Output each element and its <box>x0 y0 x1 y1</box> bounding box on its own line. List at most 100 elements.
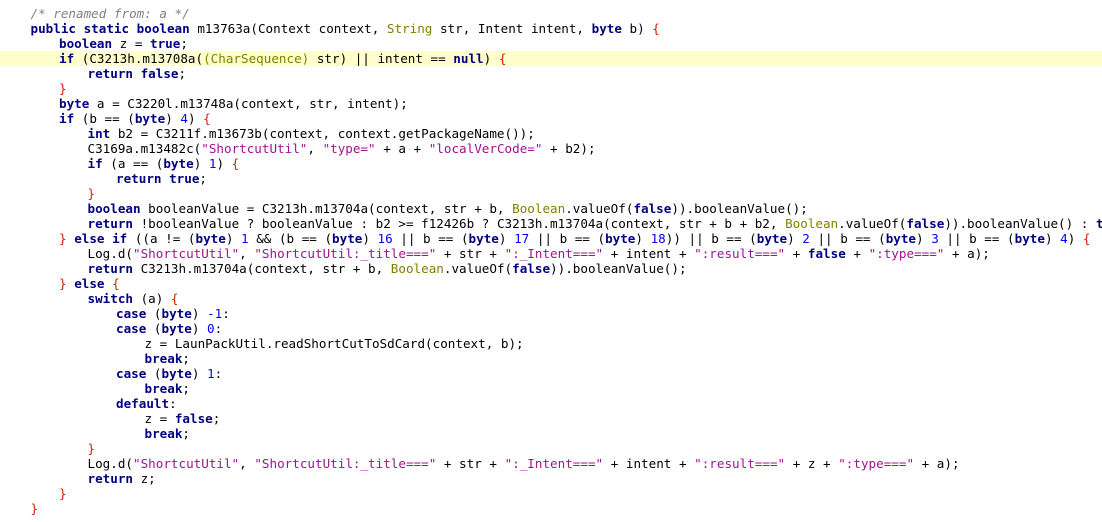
code-token: )).booleanValue(); <box>550 261 687 276</box>
code-line[interactable]: if (C3213h.m13708a((CharSequence) str) |… <box>0 51 1102 66</box>
code-token: ":type===" <box>868 246 945 261</box>
code-line[interactable]: Log.d("ShortcutUtil", "ShortcutUtil:_tit… <box>0 456 1102 471</box>
code-editor[interactable]: /* renamed from: a */public static boole… <box>0 0 1102 522</box>
code-line[interactable]: public static boolean m13763a(Context co… <box>0 21 1102 36</box>
code-line[interactable]: } else { <box>0 276 1102 291</box>
code-line-text: return false; <box>88 66 187 81</box>
code-lines: /* renamed from: a */public static boole… <box>0 6 1102 516</box>
code-line[interactable]: if (b == (byte) 4) { <box>0 111 1102 126</box>
code-token: + z + <box>785 456 839 471</box>
code-line[interactable]: case (byte) 0: <box>0 321 1102 336</box>
code-line[interactable]: break; <box>0 426 1102 441</box>
code-line[interactable]: return true; <box>0 171 1102 186</box>
code-token: ; <box>178 66 187 81</box>
code-token: ) <box>498 231 515 246</box>
code-line-text: } <box>59 81 67 96</box>
code-token: ( <box>146 321 162 336</box>
code-token: Boolean <box>785 216 839 231</box>
code-token: "ShortcutUtil:_title===" <box>254 456 437 471</box>
code-line[interactable]: case (byte) 1: <box>0 366 1102 381</box>
code-token: || b == ( <box>938 231 1015 246</box>
code-token: byte <box>161 321 192 336</box>
code-token: false <box>633 201 672 216</box>
code-token: || b == ( <box>809 231 886 246</box>
code-line[interactable]: /* renamed from: a */ <box>0 6 1102 21</box>
code-token: ) <box>362 231 378 246</box>
code-line-text: /* renamed from: a */ <box>31 6 190 21</box>
code-token: )).booleanValue() : <box>944 216 1096 231</box>
code-token: false <box>906 216 945 231</box>
code-line-text: Log.d("ShortcutUtil", "ShortcutUtil:_tit… <box>88 246 990 261</box>
code-line-text: int b2 = C3211f.m13673b(context, context… <box>88 126 535 141</box>
code-token: + a); <box>944 246 990 261</box>
code-token: 18 <box>650 231 666 246</box>
code-token: str) || intent == <box>309 51 454 66</box>
code-line[interactable]: return !booleanValue ? booleanValue : b2… <box>0 216 1102 231</box>
code-line-text: z = false; <box>145 411 221 426</box>
code-token: } <box>87 441 96 456</box>
code-line[interactable]: byte a = C3220l.m13748a(context, str, in… <box>0 96 1102 111</box>
code-token: "ShortcutUtil:_title===" <box>254 246 437 261</box>
code-token: } <box>59 486 67 501</box>
code-line[interactable]: case (byte) -1: <box>0 306 1102 321</box>
code-token: byte <box>195 231 226 246</box>
code-line-text: if (a == (byte) 1) { <box>88 156 240 171</box>
code-line[interactable]: } else if ((a != (byte) 1 && (b == (byte… <box>0 231 1102 246</box>
code-line[interactable]: boolean z = true; <box>0 36 1102 51</box>
code-token: byte <box>161 306 192 321</box>
code-line[interactable]: z = LaunPackUtil.readShortCutToSdCard(co… <box>0 336 1102 351</box>
code-token: ; <box>180 36 188 51</box>
code-token: Boolean <box>512 201 566 216</box>
code-token: break <box>144 381 183 396</box>
code-token: byte <box>591 21 622 36</box>
code-token: ) <box>191 306 208 321</box>
code-line[interactable]: return z; <box>0 471 1102 486</box>
code-token: } <box>59 81 67 96</box>
code-line[interactable]: } <box>0 186 1102 201</box>
code-token: 1 <box>207 366 215 381</box>
code-token: , <box>239 456 255 471</box>
code-line[interactable]: break; <box>0 351 1102 366</box>
code-token: ":type===" <box>838 456 915 471</box>
code-token: { <box>170 291 179 306</box>
code-token: + intent + <box>603 456 695 471</box>
code-token: (CharSequence) <box>203 51 310 66</box>
code-token: booleanValue = C3213h.m13704a(context, s… <box>140 201 513 216</box>
code-line[interactable]: return C3213h.m13704a(context, str + b, … <box>0 261 1102 276</box>
code-line[interactable]: } <box>0 501 1102 516</box>
code-token: return <box>87 471 134 486</box>
code-line[interactable]: z = false; <box>0 411 1102 426</box>
code-token: (a == ( <box>102 156 164 171</box>
code-token: { <box>498 51 507 66</box>
code-line[interactable]: switch (a) { <box>0 291 1102 306</box>
code-token: .valueOf( <box>565 201 634 216</box>
code-line[interactable]: default: <box>0 396 1102 411</box>
code-line[interactable]: C3169a.m13482c("ShortcutUtil", "type=" +… <box>0 141 1102 156</box>
code-line[interactable]: } <box>0 441 1102 456</box>
code-line[interactable]: Log.d("ShortcutUtil", "ShortcutUtil:_tit… <box>0 246 1102 261</box>
code-token: a = C3220l.m13748a(context, str, intent)… <box>89 96 408 111</box>
code-line[interactable]: break; <box>0 381 1102 396</box>
code-line[interactable]: boolean booleanValue = C3213h.m13704a(co… <box>0 201 1102 216</box>
code-token: || b == ( <box>529 231 606 246</box>
code-token: /* renamed from: a */ <box>30 6 190 21</box>
code-line[interactable]: return false; <box>0 66 1102 81</box>
code-line[interactable]: int b2 = C3211f.m13673b(context, context… <box>0 126 1102 141</box>
code-line-text: } <box>59 486 67 501</box>
code-token: byte <box>605 231 636 246</box>
code-token: return <box>87 216 134 231</box>
code-line-text: C3169a.m13482c("ShortcutUtil", "type=" +… <box>88 141 596 156</box>
code-token: ; <box>182 426 191 441</box>
code-token: Log.d( <box>87 456 134 471</box>
code-token: ) <box>225 231 242 246</box>
code-token: ) <box>635 231 651 246</box>
code-token: m13763a(Context context, <box>189 21 387 36</box>
code-token: 4 <box>180 111 188 126</box>
code-line-text: public static boolean m13763a(Context co… <box>31 21 660 36</box>
code-line[interactable]: } <box>0 81 1102 96</box>
code-line[interactable]: } <box>0 486 1102 501</box>
code-line[interactable]: if (a == (byte) 1) { <box>0 156 1102 171</box>
code-token: : <box>169 396 177 411</box>
code-token: 0 <box>207 321 215 336</box>
code-line-text: break; <box>145 351 191 366</box>
